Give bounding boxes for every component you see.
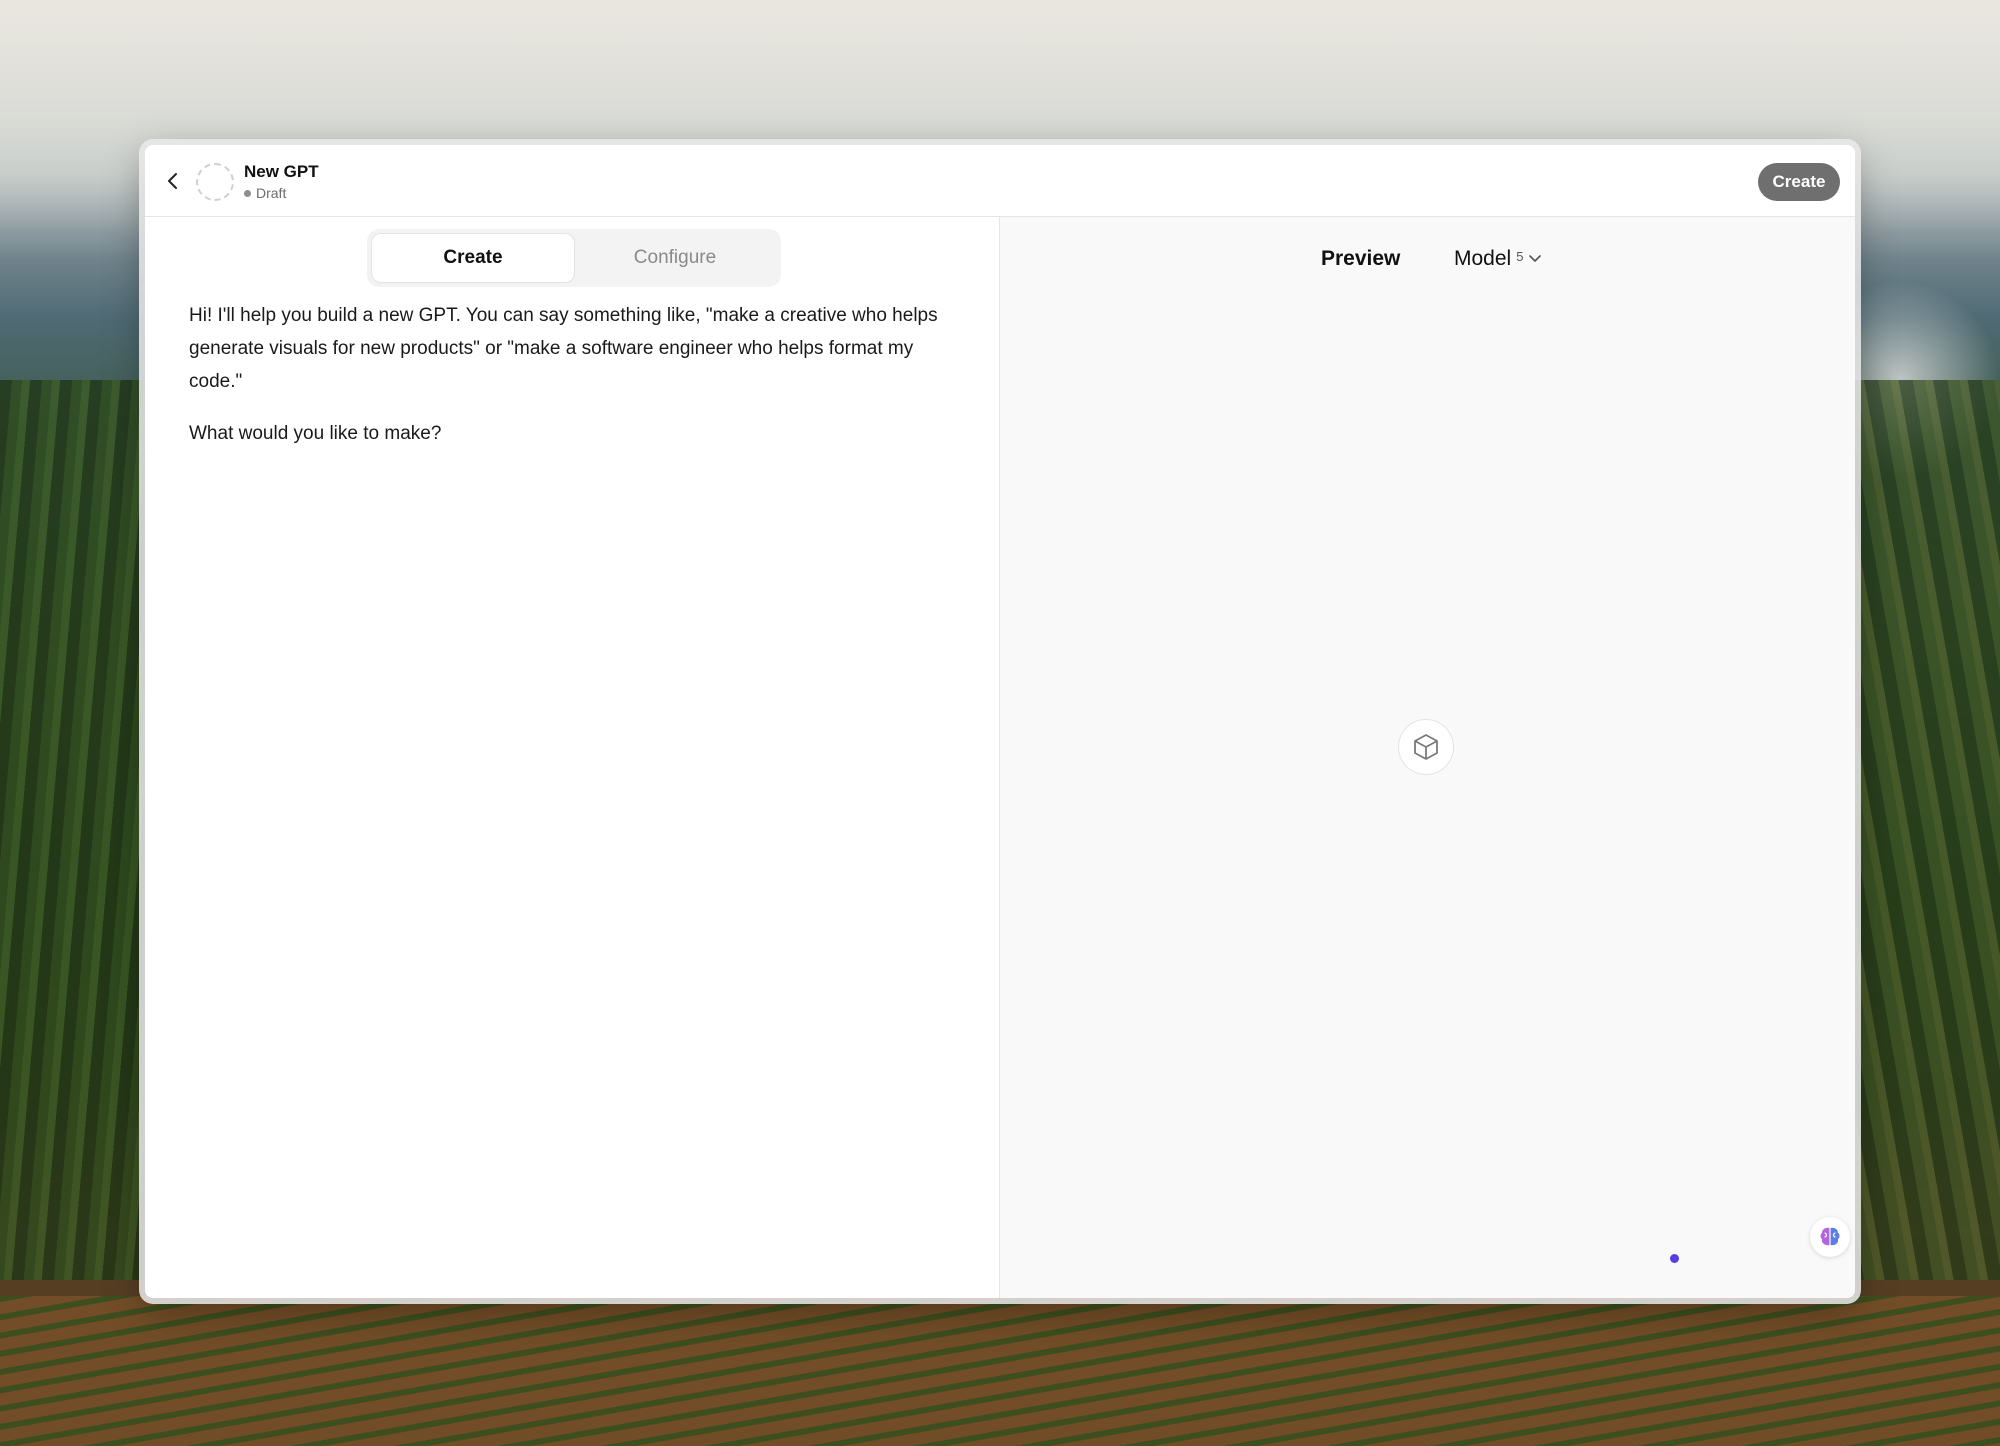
create-gpt-button[interactable]: Create bbox=[1758, 163, 1840, 201]
tab-create[interactable]: Create bbox=[372, 234, 574, 282]
background-trees-left bbox=[0, 380, 145, 1280]
preview-label: Preview bbox=[1321, 247, 1401, 270]
gpt-status-label: Draft bbox=[256, 185, 287, 201]
gpt-name: New GPT bbox=[244, 162, 319, 181]
chevron-left-icon bbox=[168, 173, 177, 189]
chevron-down-icon bbox=[1529, 255, 1542, 262]
gpt-placeholder-badge bbox=[1398, 719, 1454, 775]
tab-configure[interactable]: Configure bbox=[574, 234, 776, 282]
activity-indicator-dot bbox=[1670, 1254, 1679, 1263]
status-dot-icon bbox=[244, 189, 251, 197]
model-selector[interactable]: Model 5 bbox=[1454, 247, 1542, 271]
intro-question: What would you like to make? bbox=[189, 423, 442, 444]
brain-icon bbox=[1820, 1227, 1840, 1246]
gpt-avatar-placeholder[interactable] bbox=[196, 163, 234, 201]
brain-extension-button[interactable] bbox=[1810, 1217, 1850, 1257]
model-label: Model bbox=[1454, 247, 1512, 270]
top-bar: New GPT Draft Create bbox=[145, 145, 1855, 217]
background-trees-right bbox=[1850, 380, 2000, 1280]
back-button[interactable] bbox=[159, 167, 187, 195]
builder-pane: Create Configure Hi! I'll help you build… bbox=[145, 217, 1000, 1298]
background-vineyard bbox=[0, 1296, 2000, 1446]
cube-icon bbox=[1414, 734, 1438, 760]
intro-message: Hi! I'll help you build a new GPT. You c… bbox=[189, 305, 938, 392]
builder-tabs: Create Configure bbox=[367, 229, 781, 287]
model-version: 5 bbox=[1516, 248, 1524, 264]
preview-pane: Preview Model 5 bbox=[1000, 217, 1855, 1298]
gpt-builder-window: New GPT Draft Create Create Configure Hi… bbox=[145, 145, 1855, 1298]
builder-intro: Hi! I'll help you build a new GPT. You c… bbox=[189, 299, 969, 469]
gpt-status: Draft bbox=[244, 185, 286, 201]
